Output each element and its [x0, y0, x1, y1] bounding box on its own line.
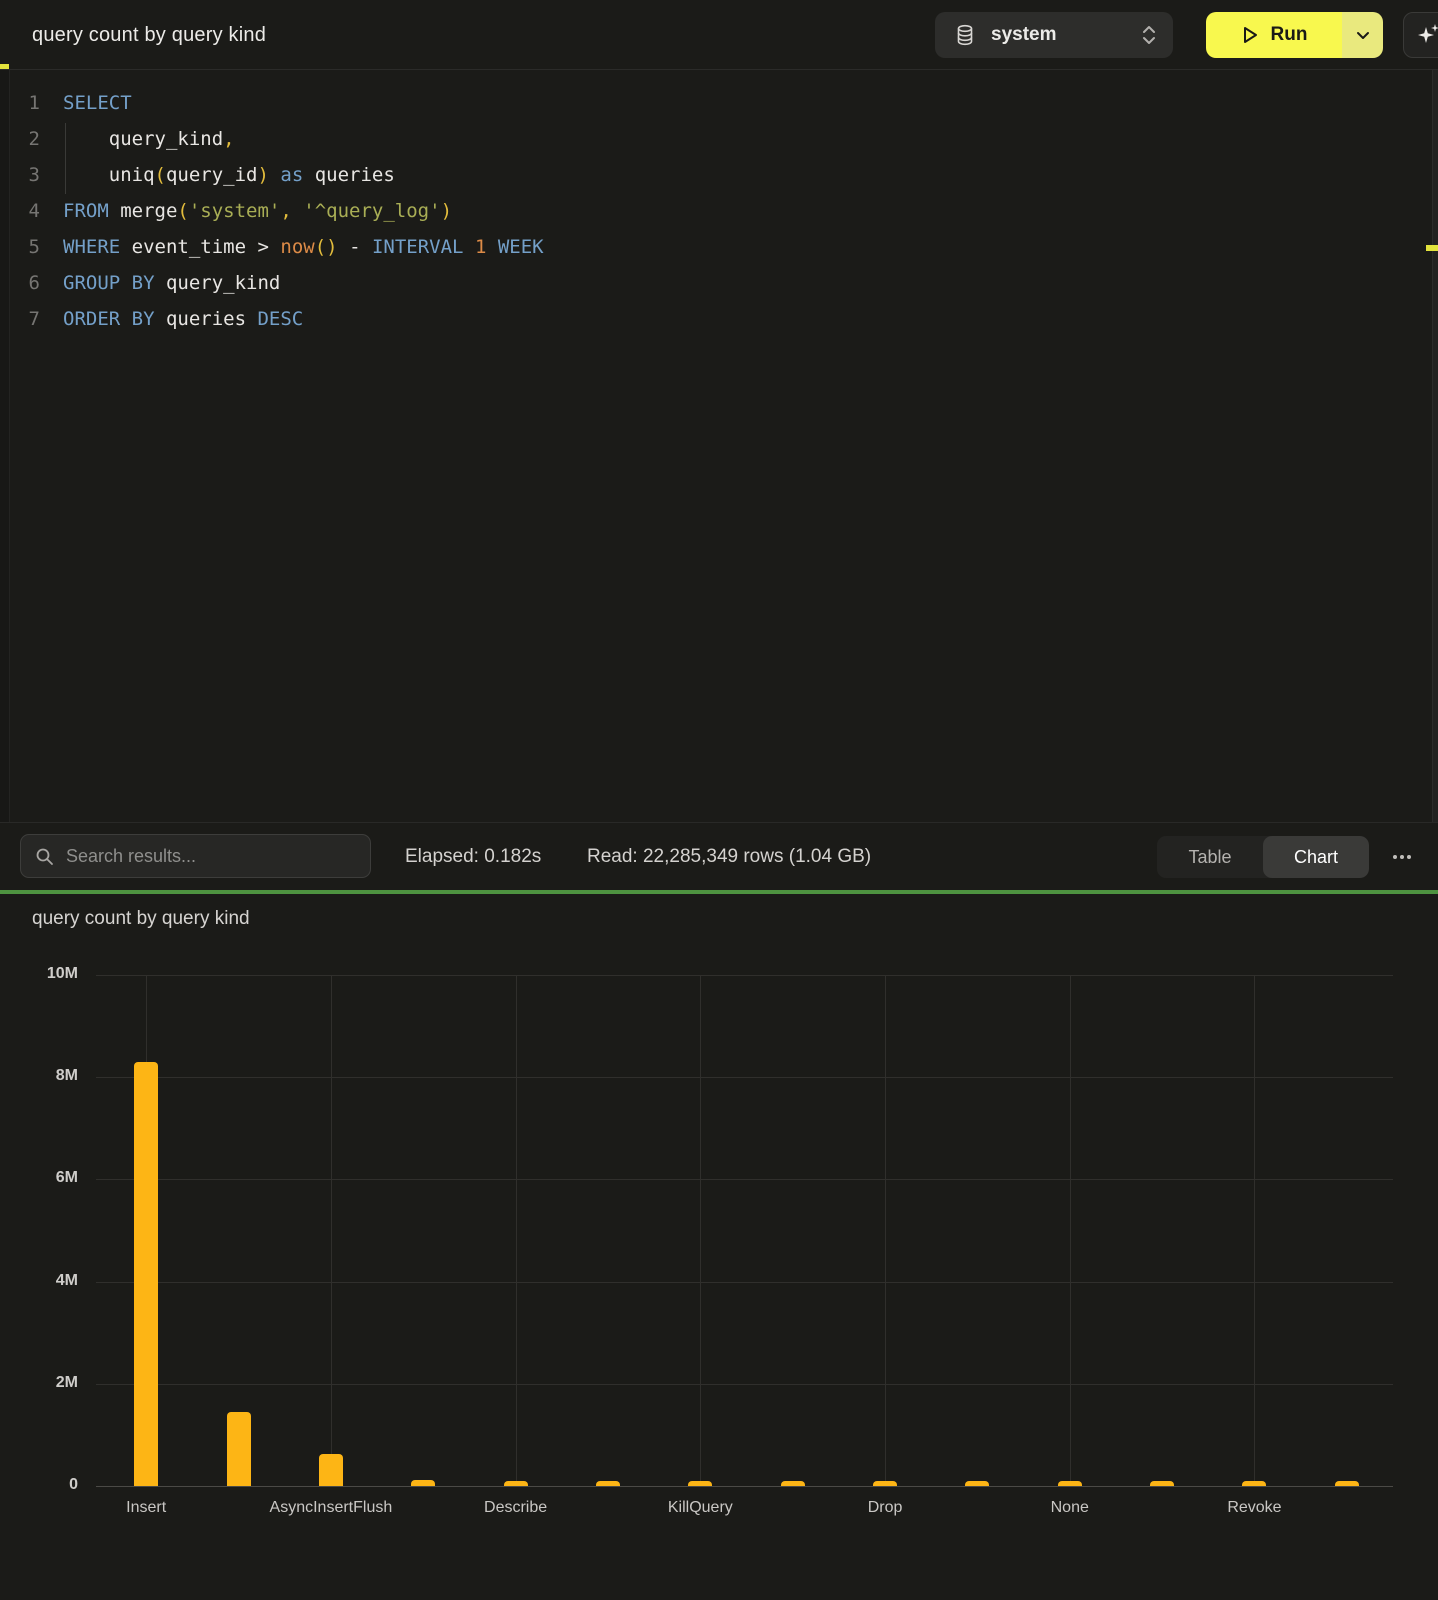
bar[interactable]	[1335, 1481, 1359, 1486]
bar[interactable]	[873, 1481, 897, 1486]
read-stat: Read: 22,285,349 rows (1.04 GB)	[587, 823, 871, 891]
view-toggle: Table Chart	[1157, 836, 1369, 878]
x-axis-tick-label: None	[980, 1499, 1160, 1517]
code-text: uniq(query_id) as queries	[63, 157, 395, 193]
bar[interactable]	[688, 1481, 712, 1486]
ai-assist-button[interactable]	[1403, 12, 1438, 58]
chart-view-button[interactable]: Chart	[1263, 836, 1369, 878]
gridline	[96, 975, 1393, 976]
sql-editor[interactable]: 1SELECT2 query_kind,3 uniq(query_id) as …	[0, 70, 1438, 822]
gridline	[96, 1077, 1393, 1078]
bar[interactable]	[504, 1481, 528, 1486]
indent-guide	[65, 123, 66, 194]
x-axis-tick-label: Insert	[56, 1499, 236, 1517]
active-tab-indicator	[0, 64, 9, 69]
ellipsis-icon	[1393, 855, 1397, 859]
x-axis-tick-label: Drop	[795, 1499, 975, 1517]
gridline	[885, 975, 886, 1486]
bar[interactable]	[411, 1480, 435, 1486]
code-line: 3 uniq(query_id) as queries	[0, 157, 1438, 193]
search-results-input[interactable]	[66, 846, 356, 867]
y-axis-tick-label: 4M	[0, 1272, 78, 1290]
table-view-button[interactable]: Table	[1157, 836, 1263, 878]
x-axis-tick-label: AsyncInsertFlush	[241, 1499, 421, 1517]
database-icon	[955, 24, 975, 46]
code-line: 5WHERE event_time > now() - INTERVAL 1 W…	[0, 229, 1438, 265]
gridline	[331, 975, 332, 1486]
code-text: WHERE event_time > now() - INTERVAL 1 WE…	[63, 229, 544, 265]
code-line: 7ORDER BY queries DESC	[0, 301, 1438, 337]
x-axis-line	[96, 1486, 1393, 1487]
bar[interactable]	[227, 1412, 251, 1486]
bar[interactable]	[1058, 1481, 1082, 1486]
database-selector-value: system	[991, 24, 1057, 46]
gridline	[516, 975, 517, 1486]
gridline	[1070, 975, 1071, 1486]
run-button[interactable]: Run	[1206, 12, 1342, 58]
x-axis-tick-label: Describe	[426, 1499, 606, 1517]
bar[interactable]	[1150, 1481, 1174, 1486]
code-text: query_kind,	[63, 121, 235, 157]
code-text: FROM merge('system', '^query_log')	[63, 193, 452, 229]
more-options-button[interactable]	[1381, 836, 1423, 878]
sparkles-icon	[1416, 22, 1438, 48]
elapsed-stat: Elapsed: 0.182s	[405, 823, 541, 891]
header-bar: query count by query kind system	[0, 0, 1438, 70]
chevron-down-icon	[1356, 30, 1370, 40]
x-axis-tick-label: KillQuery	[610, 1499, 790, 1517]
code-line: 2 query_kind,	[0, 121, 1438, 157]
run-button-label: Run	[1271, 24, 1308, 46]
y-axis-tick-label: 8M	[0, 1067, 78, 1085]
bar-chart: 0 2M 4M 6M 8M 10M Insert AsyncInsertFlush Descri…	[0, 894, 1438, 1600]
gridline	[96, 1179, 1393, 1180]
gridline	[96, 1384, 1393, 1385]
code-line: 6GROUP BY query_kind	[0, 265, 1438, 301]
y-axis-tick-label: 10M	[0, 965, 78, 983]
code-text: ORDER BY queries DESC	[63, 301, 303, 337]
y-axis-tick-label: 0	[0, 1476, 78, 1494]
run-split-button: Run	[1206, 12, 1383, 58]
run-options-button[interactable]	[1342, 12, 1383, 58]
x-axis-tick-label: Revoke	[1164, 1499, 1344, 1517]
gridline	[1254, 975, 1255, 1486]
gridline	[700, 975, 701, 1486]
updown-chevron-icon	[1141, 24, 1157, 46]
scrollbar-annotation-marker	[1426, 245, 1438, 251]
chart-panel: query count by query kind 02M4M6M8M10MIn…	[0, 894, 1438, 1600]
gridline	[96, 1282, 1393, 1283]
editor-scrollbar[interactable]	[1432, 70, 1438, 822]
bar[interactable]	[319, 1454, 343, 1486]
bar[interactable]	[1242, 1481, 1266, 1486]
bar[interactable]	[781, 1481, 805, 1486]
search-results-box	[20, 834, 371, 878]
page-title: query count by query kind	[32, 0, 266, 70]
code-text: SELECT	[63, 85, 132, 121]
y-axis-tick-label: 6M	[0, 1169, 78, 1187]
code-text: GROUP BY query_kind	[63, 265, 280, 301]
bar[interactable]	[134, 1062, 158, 1486]
y-axis-tick-label: 2M	[0, 1374, 78, 1392]
database-selector[interactable]: system	[935, 12, 1173, 58]
code-line: 1SELECT	[0, 85, 1438, 121]
bar[interactable]	[596, 1481, 620, 1486]
code-line: 4FROM merge('system', '^query_log')	[0, 193, 1438, 229]
bar[interactable]	[965, 1481, 989, 1486]
results-toolbar: Elapsed: 0.182s Read: 22,285,349 rows (1…	[0, 822, 1438, 890]
play-icon	[1241, 25, 1259, 45]
search-icon	[35, 847, 54, 866]
